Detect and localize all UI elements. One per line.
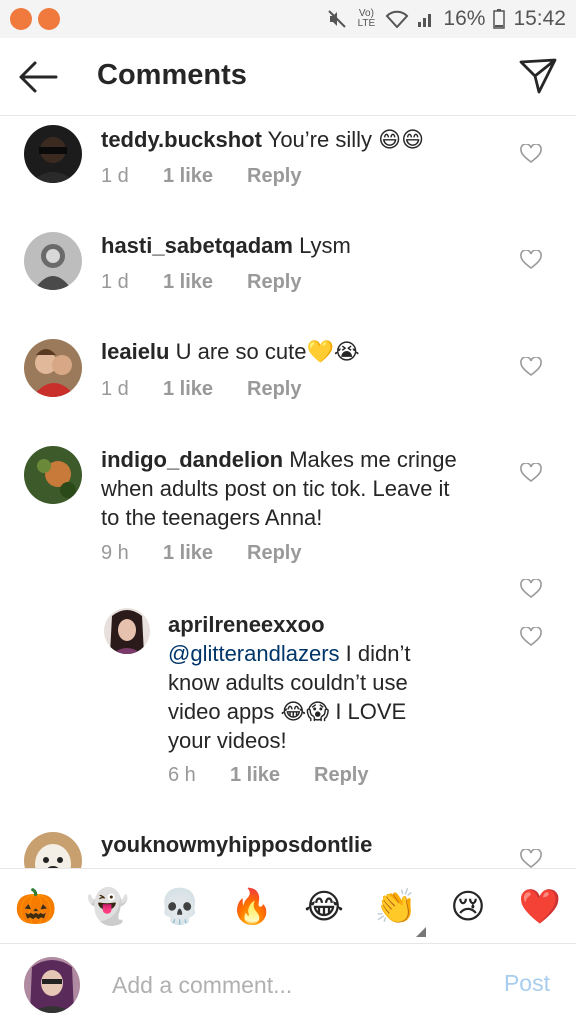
mute-icon: [328, 10, 347, 28]
reply-button[interactable]: Reply: [247, 378, 301, 401]
direct-send-icon[interactable]: [518, 56, 558, 96]
comment-text: I LOVE: [335, 699, 407, 724]
comment-username[interactable]: hasti_sabetqadam: [101, 233, 293, 258]
heart-icon[interactable]: [520, 144, 542, 164]
heart-icon[interactable]: [520, 357, 542, 377]
heart-icon[interactable]: [520, 250, 542, 270]
battery-icon: [493, 9, 506, 29]
avatar[interactable]: [24, 446, 82, 504]
comment-text: U are so cute: [175, 339, 307, 364]
heart-icon[interactable]: [520, 579, 542, 599]
comment-time: 1 d: [101, 378, 129, 400]
emoji-quick-bar: 🎃 👻 💀 🔥 😂 👏 😢 ❤️: [0, 868, 576, 944]
comment-likes[interactable]: 1 like: [163, 165, 247, 188]
comment-item: leaielu U are so cute💛😭 1 d 1 like Reply: [0, 329, 576, 437]
comment-item: hasti_sabetqadam Lysm 1 d 1 like Reply: [0, 222, 576, 329]
avatar[interactable]: [24, 339, 82, 397]
comment-body: youknowmyhipposdontlie: [101, 830, 372, 859]
comment-time: 1 d: [101, 271, 129, 293]
comment-text: You’re silly: [267, 127, 373, 152]
wifi-icon: [386, 10, 409, 28]
heart-icon[interactable]: [520, 463, 542, 483]
comment-username[interactable]: youknowmyhipposdontlie: [101, 832, 372, 857]
crying-emoji-button[interactable]: 😢: [446, 885, 490, 929]
reply-button[interactable]: Reply: [247, 271, 301, 294]
mention-link[interactable]: @glitterandlazers: [168, 641, 340, 666]
fire-emoji-button[interactable]: 🔥: [230, 885, 274, 929]
comment-body: indigo_dandelion Makes me cringe when ad…: [101, 445, 511, 532]
clock: 15:42: [513, 7, 566, 30]
avatar[interactable]: [24, 832, 82, 868]
comment-emoji: 😄😄: [378, 127, 425, 152]
reply-button[interactable]: Reply: [247, 165, 301, 188]
comment-meta: 1 d 1 like Reply: [101, 165, 301, 188]
comment-meta: 1 d 1 like Reply: [101, 378, 301, 401]
comment-text: your videos!: [168, 728, 287, 753]
comment-item: teddy.buckshot You’re silly 😄😄 1 d 1 lik…: [0, 116, 576, 222]
avatar[interactable]: [104, 608, 150, 654]
comment-username[interactable]: aprilreneexxoo: [168, 612, 325, 637]
my-avatar: [24, 957, 80, 1013]
comment-text: video apps: [168, 699, 275, 724]
comment-time: 1 d: [101, 165, 129, 187]
comment-text: know adults couldn’t use: [168, 670, 408, 695]
comment-text: Lysm: [299, 233, 351, 258]
skull-emoji-button[interactable]: 💀: [158, 885, 202, 929]
comment-emoji: 😂😱: [280, 699, 330, 724]
comment-emoji: 💛😭: [306, 339, 360, 364]
comment-username[interactable]: indigo_dandelion: [101, 447, 283, 472]
heart-icon[interactable]: [520, 849, 542, 868]
comment-text: I didn’t: [345, 641, 411, 666]
comment-time: 9 h: [101, 542, 129, 564]
comment-username[interactable]: teddy.buckshot: [101, 127, 262, 152]
comment-meta: 9 h 1 like Reply: [101, 542, 301, 565]
comment-body: aprilreneexxoo @glitterandlazers I didn’…: [168, 610, 468, 755]
comment-body: leaielu U are so cute💛😭: [101, 337, 360, 366]
comment-time: 6 h: [168, 764, 196, 786]
comment-body: hasti_sabetqadam Lysm: [101, 231, 351, 260]
comment-likes[interactable]: 1 like: [230, 764, 314, 787]
status-indicators: Vo) LTE 16% 15:42: [327, 6, 566, 32]
page-title: Comments: [97, 59, 247, 91]
back-arrow-icon[interactable]: [16, 58, 60, 96]
post-button[interactable]: Post: [504, 970, 550, 997]
comment-text: Makes me cringe: [289, 447, 457, 472]
heart-emoji-button[interactable]: ❤️: [518, 885, 562, 929]
clapping-emoji-button[interactable]: 👏: [374, 885, 418, 929]
notification-dot-icon: [38, 8, 60, 30]
battery-percent: 16%: [443, 7, 486, 30]
header: Comments: [0, 38, 576, 116]
comment-likes[interactable]: 1 like: [163, 542, 247, 565]
heart-icon[interactable]: [520, 627, 542, 647]
comment-input[interactable]: [112, 968, 472, 1002]
comment-meta: 1 d 1 like Reply: [101, 271, 301, 294]
comment-text: when adults post on tic tok. Leave it: [101, 476, 450, 501]
comment-username[interactable]: leaielu: [101, 339, 169, 364]
comment-text: to the teenagers Anna!: [101, 505, 323, 530]
reply-button[interactable]: Reply: [247, 542, 301, 565]
signal-icon: [418, 14, 432, 27]
lte-label: Vo) LTE: [357, 8, 376, 29]
reply-button[interactable]: Reply: [314, 764, 368, 787]
comment-likes[interactable]: 1 like: [163, 271, 247, 294]
avatar[interactable]: [24, 125, 82, 183]
comment-composer: Post: [0, 944, 576, 1024]
status-bar: Vo) LTE 16% 15:42: [0, 0, 576, 38]
comment-likes[interactable]: 1 like: [163, 378, 247, 401]
comment-item: indigo_dandelion Makes me cringe when ad…: [0, 437, 576, 602]
avatar[interactable]: [24, 232, 82, 290]
notification-dot-icon: [10, 8, 32, 30]
skin-tone-corner-icon: [416, 927, 426, 937]
pumpkin-emoji-button[interactable]: 🎃: [14, 885, 58, 929]
laughing-emoji-button[interactable]: 😂: [302, 885, 346, 929]
comments-list[interactable]: teddy.buckshot You’re silly 😄😄 1 d 1 lik…: [0, 116, 576, 868]
ghost-emoji-button[interactable]: 👻: [86, 885, 130, 929]
comment-meta: 6 h 1 like Reply: [168, 764, 368, 787]
comment-body: teddy.buckshot You’re silly 😄😄: [101, 125, 424, 154]
